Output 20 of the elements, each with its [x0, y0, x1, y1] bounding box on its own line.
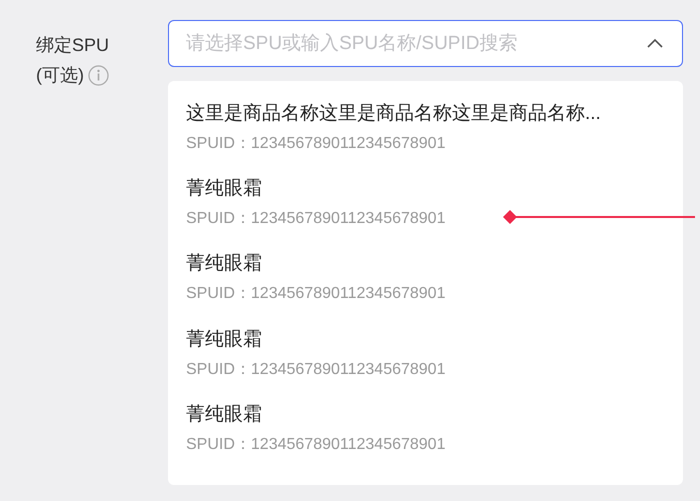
info-icon[interactable] — [88, 64, 109, 86]
spu-id: SPUID：1234567890112345678901 — [186, 434, 446, 455]
chevron-icon — [647, 38, 663, 48]
product-name: 这里是商品名称这里是商品名称这里是商品名称... — [186, 102, 601, 126]
spu-option[interactable]: 菁纯眼霜 SPUID：1234567890112345678901 — [168, 247, 683, 323]
spu-option[interactable]: 菁纯眼霜 SPUID：1234567890112345678901 — [168, 172, 683, 248]
spu-option[interactable]: 菁纯眼霜 SPUID：1234567890112345678901 — [168, 322, 683, 398]
spu-option[interactable]: 菁纯眼霜 SPUID：1234567890112345678901 — [168, 398, 683, 474]
optional-label: (可选) — [36, 64, 84, 87]
spu-option[interactable]: 这里是商品名称这里是商品名称这里是商品名称... SPUID：1234567890112345678901 — [168, 97, 683, 172]
product-name: 菁纯眼霜 — [186, 252, 262, 276]
spu-id: SPUID：1234567890112345678901 — [186, 134, 446, 154]
spu-id: SPUID：1234567890112345678901 — [186, 284, 446, 304]
spu-id: SPUID：1234567890112345678901 — [186, 209, 446, 230]
product-name: 菁纯眼霜 — [186, 402, 262, 427]
product-name: 菁纯眼霜 — [186, 328, 262, 352]
spu-id: SPUID：1234567890112345678901 — [186, 360, 446, 380]
spu-select-field[interactable]: 请选择SPU或输入SPU名称/SUPID搜索 — [168, 20, 683, 67]
product-name: 菁纯眼霜 — [186, 177, 262, 202]
field-label: 绑定SPU — [36, 34, 110, 57]
